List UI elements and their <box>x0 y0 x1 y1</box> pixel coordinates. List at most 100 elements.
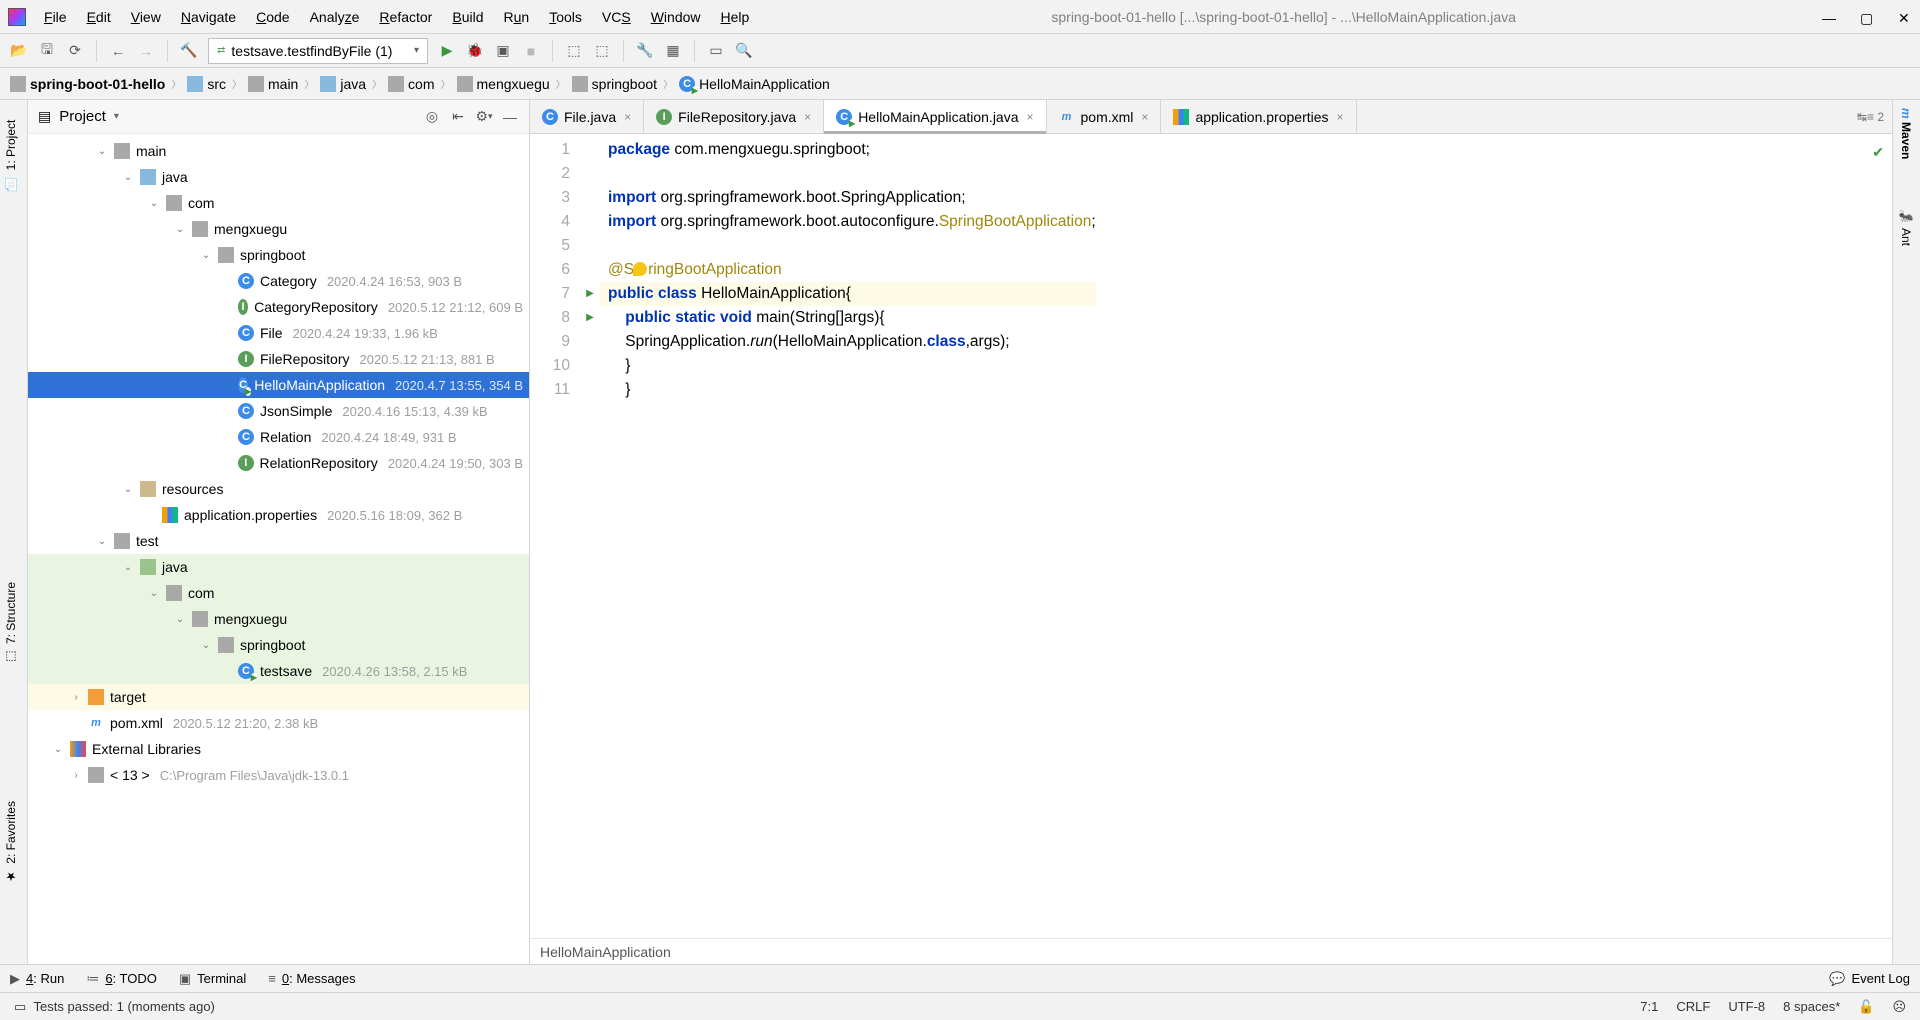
build-icon[interactable]: 🔨 <box>180 42 198 60</box>
encoding[interactable]: UTF-8 <box>1728 999 1765 1014</box>
menu-help[interactable]: Help <box>713 5 758 29</box>
project-structure-icon[interactable]: ▦ <box>664 42 682 60</box>
close-icon[interactable]: × <box>804 110 811 124</box>
node-target: ›target <box>28 684 529 710</box>
caret-pos[interactable]: 7:1 <box>1640 999 1658 1014</box>
node-jsonsimple: CJsonSimple2020.4.16 15:13, 4.39 kB <box>28 398 529 424</box>
left-tool-gutter: 📄1: Project ⬚7: Structure ★2: Favorites <box>0 100 28 964</box>
toolwin-eventlog[interactable]: 💬Event Log <box>1829 971 1910 987</box>
crumb-main[interactable]: main <box>248 76 298 92</box>
window-title: spring-boot-01-hello [...\spring-boot-01… <box>761 9 1806 25</box>
forward-icon[interactable]: → <box>137 42 155 60</box>
node-category: CCategory2020.4.24 16:53, 903 B <box>28 268 529 294</box>
maximize-button[interactable]: ▢ <box>1860 10 1874 24</box>
stop-icon[interactable]: ■ <box>522 42 540 60</box>
node-main: ⌄main <box>28 138 529 164</box>
minimize-button[interactable]: — <box>1822 10 1836 24</box>
menu-refactor[interactable]: Refactor <box>371 5 440 29</box>
menu-navigate[interactable]: Navigate <box>173 5 244 29</box>
crumb-java[interactable]: java <box>320 76 366 92</box>
intention-bulb-icon[interactable] <box>633 262 647 276</box>
layout-icon[interactable]: ▭ <box>707 42 725 60</box>
node-test-mengxuegu: ⌄mengxuegu <box>28 606 529 632</box>
tab-pom-xml[interactable]: mpom.xml× <box>1047 100 1162 133</box>
search-icon[interactable]: 🔍 <box>735 42 753 60</box>
run-config-selector[interactable]: ⇄ testsave.testfindByFile (1) ▾ <box>208 38 428 64</box>
save-icon[interactable]: 🖫 <box>38 42 56 60</box>
inspection-profile-icon[interactable]: ☹ <box>1892 999 1906 1015</box>
crumb-project[interactable]: spring-boot-01-hello <box>10 76 165 92</box>
crumb-springboot[interactable]: springboot <box>572 76 657 92</box>
crumb-mengxuegu[interactable]: mengxuegu <box>457 76 550 92</box>
close-icon[interactable]: × <box>1337 110 1344 124</box>
tab-ant[interactable]: 🐜 Ant <box>1899 210 1913 246</box>
tab-app-props[interactable]: application.properties× <box>1161 100 1356 133</box>
project-tree[interactable]: ⌄main ⌄java ⌄com ⌄mengxuegu ⌄springboot … <box>28 134 529 964</box>
run-line-icon[interactable]: ▶ <box>580 306 600 330</box>
menu-file[interactable]: File <box>36 5 75 29</box>
menu-view[interactable]: View <box>123 5 169 29</box>
menu-analyze[interactable]: Analyze <box>302 5 368 29</box>
tab-maven[interactable]: m Maven <box>1899 108 1913 159</box>
node-ext: ⌄External Libraries <box>28 736 529 762</box>
node-jdk: ›< 13 >C:\Program Files\Java\jdk-13.0.1 <box>28 762 529 788</box>
close-icon[interactable]: × <box>624 110 631 124</box>
tab-hellomain-java[interactable]: CHelloMainApplication.java× <box>824 100 1046 133</box>
status-rect-icon[interactable]: ▭ <box>14 999 26 1015</box>
run-gutter: ▶ ▶ <box>580 134 600 938</box>
tab-project[interactable]: 📄1: Project <box>4 120 18 191</box>
run-line-icon[interactable]: ▶ <box>580 282 600 306</box>
close-icon[interactable]: × <box>1141 110 1148 124</box>
project-header[interactable]: ▤Project▾ ◎ ⇤ ⚙▾ — <box>28 100 529 134</box>
close-button[interactable]: ✕ <box>1898 10 1912 24</box>
line-sep[interactable]: CRLF <box>1676 999 1710 1014</box>
menu-tools[interactable]: Tools <box>541 5 590 29</box>
crumb-src[interactable]: src <box>187 76 226 92</box>
run-coverage-icon[interactable]: ▣ <box>494 42 512 60</box>
tab-favorites[interactable]: ★2: Favorites <box>4 801 18 884</box>
node-test: ⌄test <box>28 528 529 554</box>
close-icon[interactable]: × <box>1027 110 1034 124</box>
menu-run[interactable]: Run <box>496 5 538 29</box>
menu-code[interactable]: Code <box>248 5 297 29</box>
attach-icon[interactable]: ⬚ <box>593 42 611 60</box>
toolwin-run[interactable]: ▶4: Run <box>10 971 64 987</box>
editor-tabs: CFile.java× IFileRepository.java× CHello… <box>530 100 1892 134</box>
target-icon[interactable]: ◎ <box>423 108 441 126</box>
menubar: File Edit View Navigate Code Analyze Ref… <box>0 0 1920 34</box>
gear-icon[interactable]: ⚙▾ <box>475 108 493 126</box>
menu-vcs[interactable]: VCS <box>594 5 639 29</box>
editor-breadcrumb[interactable]: HelloMainApplication <box>530 938 1892 964</box>
tab-structure[interactable]: ⬚7: Structure <box>4 582 18 664</box>
code-area[interactable]: package com.mengxuegu.springboot; import… <box>600 134 1096 938</box>
open-icon[interactable]: 📂 <box>10 42 28 60</box>
back-icon[interactable]: ← <box>109 42 127 60</box>
node-filerepo: IFileRepository2020.5.12 21:13, 881 B <box>28 346 529 372</box>
editor[interactable]: ✔ 1234567891011 ▶ ▶ package com.mengxueg… <box>530 134 1892 938</box>
toolwin-terminal[interactable]: ▣Terminal <box>179 971 246 987</box>
test-arrows-icon: ⇄ <box>217 45 225 56</box>
toolwin-todo[interactable]: ≔6: TODO <box>86 971 157 987</box>
lock-icon[interactable]: 🔓 <box>1858 999 1874 1015</box>
tab-filerepo-java[interactable]: IFileRepository.java× <box>644 100 824 133</box>
node-testsave: Ctestsave2020.4.26 13:58, 2.15 kB <box>28 658 529 684</box>
crumb-com[interactable]: com <box>388 76 434 92</box>
node-pom: mpom.xml2020.5.12 21:20, 2.38 kB <box>28 710 529 736</box>
toolbar: 📂 🖫 ⟳ ← → 🔨 ⇄ testsave.testfindByFile (1… <box>0 34 1920 68</box>
wrench-icon[interactable]: 🔧 <box>636 42 654 60</box>
profile-icon[interactable]: ⬚ <box>565 42 583 60</box>
run-icon[interactable]: ▶ <box>438 42 456 60</box>
hide-icon[interactable]: — <box>501 108 519 126</box>
refresh-icon[interactable]: ⟳ <box>66 42 84 60</box>
collapse-icon[interactable]: ⇤ <box>449 108 467 126</box>
crumb-file[interactable]: CHelloMainApplication <box>679 76 830 92</box>
tab-file-java[interactable]: CFile.java× <box>530 100 644 133</box>
menu-build[interactable]: Build <box>444 5 491 29</box>
menu-window[interactable]: Window <box>643 5 709 29</box>
toolwin-messages[interactable]: ≡0: Messages <box>268 971 355 986</box>
split-indicator[interactable]: ↹≡ 2 <box>1857 110 1884 124</box>
menu-edit[interactable]: Edit <box>79 5 119 29</box>
debug-icon[interactable]: 🐞 <box>466 42 484 60</box>
node-com: ⌄com <box>28 190 529 216</box>
indent[interactable]: 8 spaces* <box>1783 999 1840 1014</box>
